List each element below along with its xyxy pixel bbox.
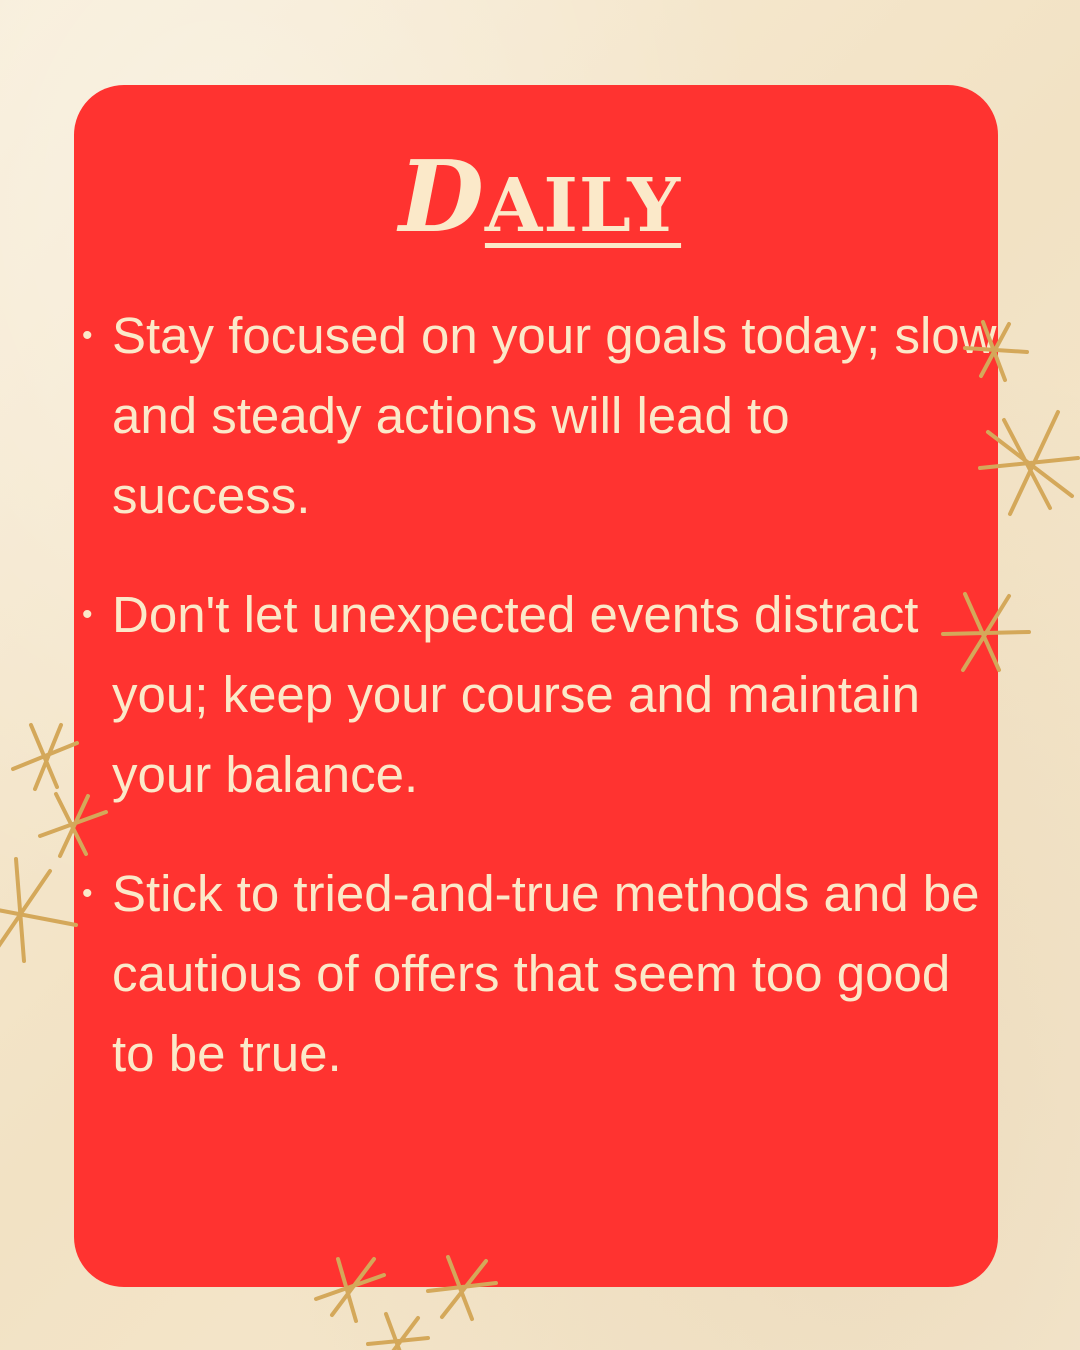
bullet-dot-icon: •	[82, 598, 93, 631]
bullet-dot-icon: •	[82, 319, 93, 352]
page-title: DAILY	[0, 140, 1080, 255]
title-rest: AILY	[484, 163, 682, 249]
title-initial: D	[398, 140, 485, 255]
bullet-text: Stick to tried-and-true methods and be c…	[112, 865, 980, 1082]
list-item: • Stay focused on your goals today; slow…	[82, 296, 1002, 536]
list-item: • Don't let unexpected events distract y…	[82, 575, 1002, 815]
bullet-text: Stay focused on your goals today; slow a…	[112, 307, 997, 524]
bullet-list: • Stay focused on your goals today; slow…	[82, 296, 1002, 1133]
bullet-dot-icon: •	[82, 877, 93, 910]
bullet-text: Don't let unexpected events distract you…	[112, 586, 920, 803]
list-item: • Stick to tried-and-true methods and be…	[82, 854, 1002, 1094]
